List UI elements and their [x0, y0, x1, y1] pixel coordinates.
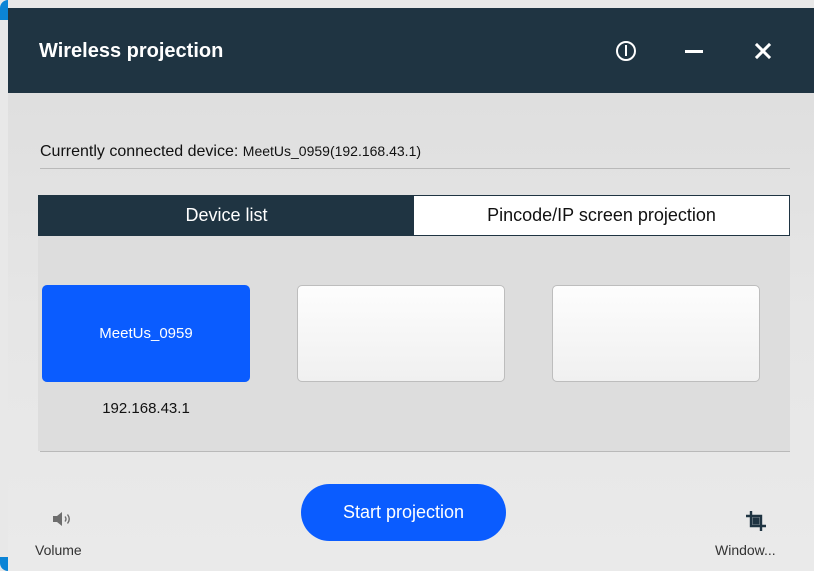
tab-bar: Device list Pincode/IP screen projection — [38, 195, 790, 236]
tab-pincode-ip[interactable]: Pincode/IP screen projection — [414, 196, 789, 235]
divider — [40, 168, 790, 169]
title-bar: Wireless projection — [8, 8, 814, 93]
connected-device: MeetUs_0959(192.168.43.1) — [242, 143, 422, 159]
info-circle-icon — [616, 41, 636, 61]
device-name: MeetUs_0959 — [99, 325, 193, 342]
minimize-icon — [685, 50, 703, 53]
connection-status: Currently connected device: MeetUs_0959(… — [40, 141, 421, 162]
close-button[interactable] — [746, 34, 780, 68]
speaker-icon — [53, 512, 70, 526]
volume-label: Volume — [35, 542, 82, 558]
close-icon — [754, 42, 772, 60]
device-card-empty[interactable] — [552, 285, 760, 382]
window-accent-bottom — [0, 557, 8, 571]
device-ip: 192.168.43.1 — [102, 400, 190, 417]
info-button[interactable] — [609, 34, 643, 68]
connection-label: Currently connected device: — [40, 143, 243, 160]
start-projection-button[interactable]: Start projection — [301, 484, 506, 541]
divider — [40, 451, 790, 452]
window-label: Window... — [715, 542, 776, 558]
crop-window-icon — [746, 511, 766, 531]
tab-device-list[interactable]: Device list — [39, 196, 414, 235]
window-accent-top — [0, 0, 8, 20]
window-title: Wireless projection — [39, 40, 224, 62]
device-card-empty[interactable] — [297, 285, 505, 382]
wireless-projection-window: Wireless projection Currently connected … — [8, 8, 814, 571]
device-list-panel: MeetUs_0959 192.168.43.1 — [38, 236, 790, 451]
device-card-meetus[interactable]: MeetUs_0959 — [42, 285, 250, 382]
minimize-button[interactable] — [677, 34, 711, 68]
